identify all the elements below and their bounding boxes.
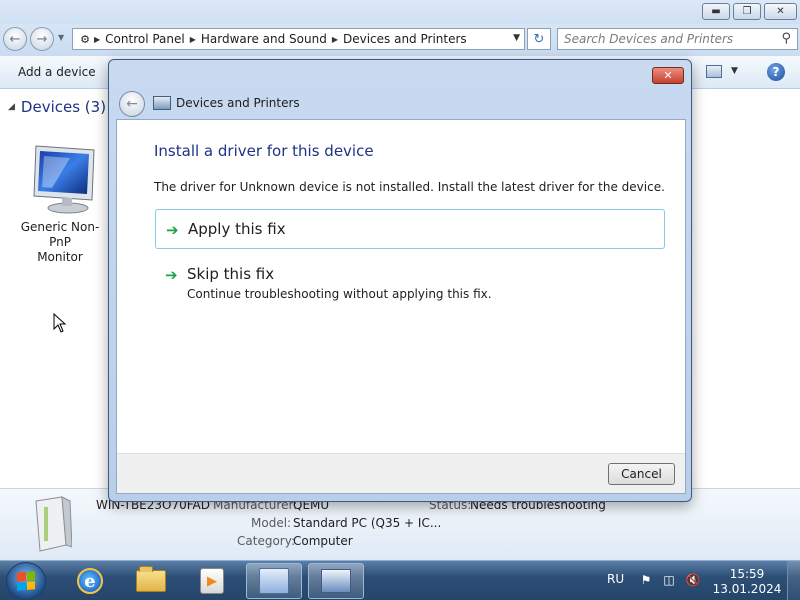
media-player-icon: ▶ — [200, 568, 224, 594]
view-options-dropdown-icon[interactable]: ▼ — [731, 66, 738, 76]
forward-button[interactable]: → — [30, 27, 54, 51]
system-clock[interactable]: 15:59 13.01.2024 — [712, 567, 782, 597]
clock-time: 15:59 — [729, 567, 765, 581]
dialog-body: Install a driver for this device The dri… — [116, 119, 686, 494]
category-value: Computer — [293, 534, 353, 548]
minimize-icon: ▬ — [711, 6, 721, 17]
navigation-bar: ← → ▼ ⚙ ▶ Control Panel ▶ Hardware and S… — [0, 24, 800, 56]
clock-date: 13.01.2024 — [712, 582, 782, 596]
refresh-button[interactable]: ↻ — [527, 28, 551, 50]
action-center-flag-icon[interactable]: ⚑ — [639, 573, 653, 587]
dialog-footer: Cancel — [117, 453, 685, 493]
breadcrumb-devices-and-printers[interactable]: Devices and Printers — [338, 32, 472, 46]
computer-tower-icon — [35, 496, 72, 552]
minimize-button[interactable]: ▬ — [702, 3, 730, 20]
folder-icon — [136, 566, 166, 592]
language-indicator[interactable]: RU — [607, 572, 624, 586]
windows-flag-icon — [17, 571, 35, 591]
troubleshooter-dialog: ✕ ← Devices and Printers Install a drive… — [108, 59, 692, 502]
taskbar: e ▶ RU ⚑ ◫ 🔇 15:59 13.01.2024 — [0, 560, 800, 600]
close-window-button[interactable]: ✕ — [764, 3, 797, 20]
dialog-title: Devices and Printers — [176, 96, 300, 110]
search-box[interactable]: ⚲ — [557, 28, 798, 50]
green-arrow-icon: ➔ — [166, 221, 179, 239]
mouse-cursor-icon — [53, 313, 67, 333]
monitor-label-line2: Monitor — [37, 250, 83, 264]
volume-muted-icon[interactable]: 🔇 — [686, 573, 701, 587]
start-button[interactable] — [6, 562, 46, 600]
window-titlebar: ▬ ❐ ✕ — [0, 0, 800, 24]
search-input[interactable] — [564, 31, 769, 47]
show-desktop-button[interactable] — [787, 561, 800, 600]
refresh-icon: ↻ — [533, 31, 545, 47]
control-panel-icon — [259, 568, 289, 594]
taskbar-control-panel[interactable] — [246, 563, 302, 599]
breadcrumb-hardware-and-sound[interactable]: Hardware and Sound — [196, 32, 332, 46]
taskbar-internet-explorer[interactable]: e — [62, 563, 118, 599]
dialog-close-button[interactable]: ✕ — [652, 67, 684, 84]
address-bar[interactable]: ⚙ ▶ Control Panel ▶ Hardware and Sound ▶… — [72, 28, 525, 50]
green-arrow-icon: ➔ — [165, 266, 178, 284]
devices-group-header[interactable]: ◢ Devices (3) — [8, 98, 106, 116]
close-icon: ✕ — [776, 6, 785, 17]
restore-icon: ❐ — [742, 6, 752, 17]
internet-explorer-icon: e — [77, 568, 103, 594]
fix-description: The driver for Unknown device is not ins… — [154, 180, 665, 194]
apply-fix-option[interactable]: ➔ Apply this fix — [155, 209, 665, 249]
cancel-button[interactable]: Cancel — [608, 463, 675, 485]
back-arrow-icon: ← — [126, 96, 138, 112]
help-icon[interactable]: ? — [767, 63, 785, 81]
devices-printers-icon — [321, 569, 351, 593]
monitor-label[interactable]: Generic Non-PnP Monitor — [10, 220, 110, 265]
devices-printers-icon — [153, 96, 171, 110]
devices-group-label: Devices (3) — [20, 98, 107, 116]
search-icon[interactable]: ⚲ — [781, 31, 791, 46]
add-device-button[interactable]: Add a device — [18, 65, 96, 79]
recent-pages-dropdown[interactable]: ▼ — [58, 33, 64, 42]
taskbar-devices-printers[interactable] — [308, 563, 364, 599]
model-label: Model: — [251, 516, 292, 530]
maximize-button[interactable]: ❐ — [733, 3, 761, 20]
skip-fix-title[interactable]: Skip this fix — [187, 265, 274, 283]
forward-arrow-icon: → — [36, 31, 48, 47]
breadcrumb-control-panel[interactable]: Control Panel — [100, 32, 190, 46]
skip-fix-subtitle: Continue troubleshooting without applyin… — [187, 287, 492, 301]
dialog-header: ← Devices and Printers — [116, 88, 686, 120]
apply-fix-title[interactable]: Apply this fix — [188, 220, 286, 238]
network-icon[interactable]: ◫ — [662, 573, 676, 587]
monitor-icon[interactable] — [30, 142, 100, 216]
taskbar-media-player[interactable]: ▶ — [184, 563, 240, 599]
skip-fix-option[interactable]: ➔ Skip this fix Continue troubleshooting… — [155, 258, 665, 310]
dialog-back-button[interactable]: ← — [119, 91, 145, 117]
category-label: Category: — [237, 534, 295, 548]
model-value: Standard PC (Q35 + IC... — [293, 516, 442, 530]
address-dropdown-icon[interactable]: ▼ — [513, 33, 520, 43]
change-view-icon[interactable] — [706, 65, 722, 78]
control-panel-icon: ⚙ — [80, 32, 90, 46]
monitor-label-line1: Generic Non-PnP — [20, 220, 100, 249]
back-arrow-icon: ← — [9, 31, 21, 47]
taskbar-windows-explorer[interactable] — [123, 563, 179, 599]
fix-heading: Install a driver for this device — [154, 142, 374, 160]
back-button[interactable]: ← — [3, 27, 27, 51]
close-icon: ✕ — [663, 69, 673, 82]
collapse-caret-icon[interactable]: ◢ — [8, 102, 15, 112]
